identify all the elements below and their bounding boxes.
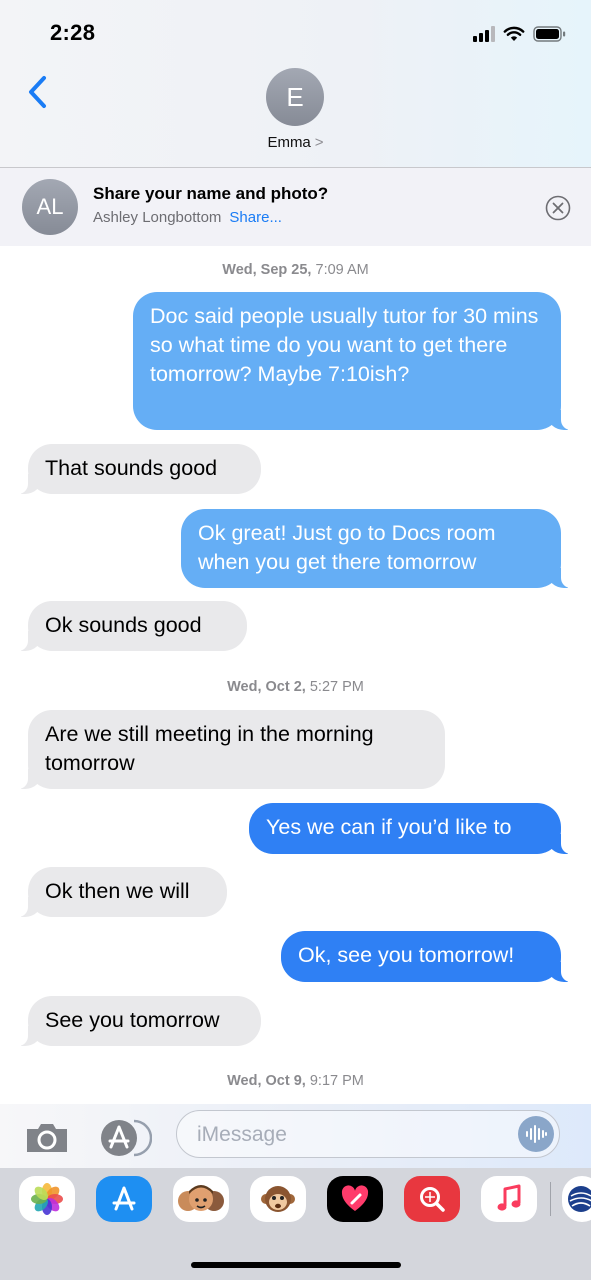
animoji-app-icon[interactable] xyxy=(250,1176,306,1222)
message-bubble-received[interactable]: Are we still meeting in the morning tomo… xyxy=(18,710,445,789)
contact-name: Emma xyxy=(267,134,311,151)
timestamp: Wed, Sep 25, 7:09 AM xyxy=(222,262,369,278)
camera-icon[interactable] xyxy=(24,1121,70,1155)
my-name: Ashley Longbottom xyxy=(93,209,222,226)
message-field[interactable] xyxy=(176,1110,560,1158)
share-link[interactable]: Share... xyxy=(229,209,282,226)
app-drawer xyxy=(0,1168,591,1280)
message-bubble-sent[interactable]: Yes we can if you’d like to xyxy=(249,803,571,854)
audio-record-button[interactable] xyxy=(518,1116,554,1152)
search-images-app-icon[interactable] xyxy=(404,1176,460,1222)
digital-touch-app-icon[interactable] xyxy=(327,1176,383,1222)
waveform-icon xyxy=(526,1125,547,1143)
status-icons xyxy=(473,24,567,44)
my-avatar: AL xyxy=(22,179,78,235)
message-bubble-sent[interactable]: Ok great! Just go to Docs room when you … xyxy=(181,509,571,588)
battery-icon xyxy=(533,26,566,42)
message-bubble-sent[interactable]: Doc said people usually tutor for 30 min… xyxy=(133,292,571,430)
back-button[interactable] xyxy=(24,72,54,112)
drawer-divider xyxy=(550,1182,551,1216)
wifi-icon xyxy=(503,26,525,41)
memoji-app-icon[interactable] xyxy=(173,1176,229,1222)
photos-app-icon[interactable] xyxy=(19,1176,75,1222)
composer-bar xyxy=(0,1104,591,1168)
message-bubble-sent[interactable]: Ok, see you tomorrow! xyxy=(281,931,571,982)
message-bubble-received[interactable]: Ok sounds good xyxy=(18,601,247,651)
message-bubble-received[interactable]: That sounds good xyxy=(18,444,261,494)
app-store-app-icon[interactable] xyxy=(96,1176,152,1222)
contact-avatar[interactable]: E xyxy=(266,68,324,126)
airline-app-icon[interactable] xyxy=(562,1176,591,1222)
music-app-icon[interactable] xyxy=(481,1176,537,1222)
share-name-banner: AL Share your name and photo? Ashley Lon… xyxy=(0,168,591,246)
conversation-header: 2:28 E Emma > xyxy=(0,0,591,168)
close-icon[interactable] xyxy=(545,195,571,221)
message-bubble-received[interactable]: Ok then we will xyxy=(18,867,227,917)
chevron-right-icon: > xyxy=(314,134,324,151)
share-banner-title: Share your name and photo? xyxy=(93,184,329,203)
message-bubble-received[interactable]: See you tomorrow xyxy=(18,996,261,1046)
chevron-left-icon xyxy=(29,76,46,108)
cellular-signal-icon xyxy=(473,26,495,42)
timestamp: Wed, Oct 9, 9:17 PM xyxy=(227,1073,364,1089)
contact-name-button[interactable]: Emma > xyxy=(0,134,591,151)
timestamp: Wed, Oct 2, 5:27 PM xyxy=(227,679,364,695)
message-input[interactable] xyxy=(195,1121,499,1149)
app-store-icon[interactable] xyxy=(100,1119,152,1157)
status-time: 2:28 xyxy=(50,20,96,45)
home-indicator[interactable] xyxy=(191,1262,401,1268)
share-banner-subtitle: Ashley Longbottom Share... xyxy=(93,209,282,226)
